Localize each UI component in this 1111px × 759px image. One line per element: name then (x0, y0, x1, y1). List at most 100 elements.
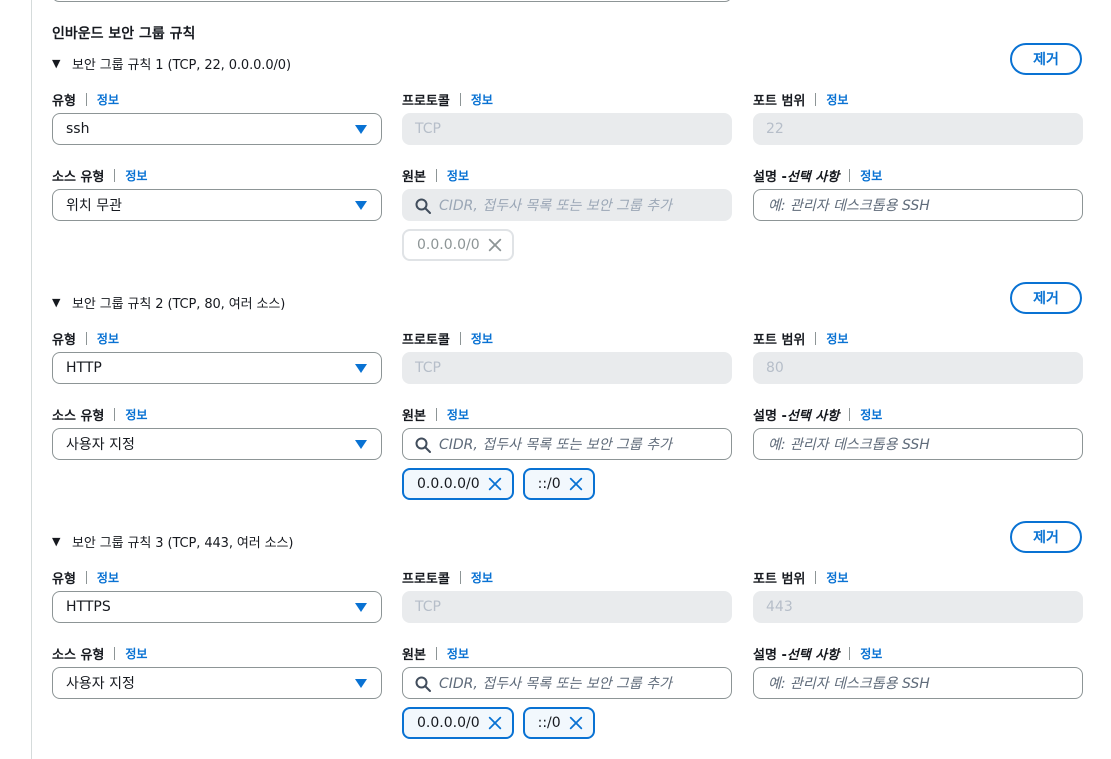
port-range-info-link[interactable]: 정보 (826, 91, 848, 108)
description-field: 설명 - 선택 사항 정보 예: 관리자 데스크톱용 SSH (753, 405, 1083, 460)
top-input-field[interactable] (52, 0, 732, 2)
source-info-link[interactable]: 정보 (447, 645, 469, 662)
type-info-link[interactable]: 정보 (97, 569, 119, 586)
close-icon[interactable] (567, 714, 585, 732)
rule-expand-toggle[interactable]: ▼ 보안 그룹 규칙 2 (TCP, 80, 여러 소스) (52, 292, 285, 312)
source-token-list: 0.0.0.0/0::/0 (402, 468, 595, 500)
dropdown-arrow-icon (355, 201, 367, 210)
search-icon (415, 198, 431, 214)
close-icon[interactable] (486, 475, 504, 493)
type-select-value: ssh (66, 121, 90, 137)
description-label: 설명 - (753, 169, 787, 185)
description-input[interactable]: 예: 관리자 데스크톱용 SSH (753, 189, 1083, 221)
label-separator (459, 570, 461, 584)
port-range-label: 포트 범위 (753, 571, 806, 587)
source-token-list: 0.0.0.0/0 (402, 229, 514, 261)
dropdown-arrow-icon (355, 679, 367, 688)
type-select[interactable]: ssh (52, 113, 382, 145)
source-type-label: 소스 유형 (52, 647, 105, 663)
label-separator (815, 92, 817, 106)
source-type-field: 소스 유형 정보 사용자 지정 (52, 644, 382, 699)
rule-subtitle: (TCP, 22, 0.0.0.0/0) (167, 57, 291, 73)
rule-expand-toggle[interactable]: ▼ 보안 그룹 규칙 1 (TCP, 22, 0.0.0.0/0) (52, 53, 291, 73)
rule-expand-toggle[interactable]: ▼ 보안 그룹 규칙 3 (TCP, 443, 여러 소스) (52, 531, 293, 551)
label-separator (815, 331, 817, 345)
type-field: 유형 정보 HTTP (52, 329, 382, 384)
source-search-input[interactable]: CIDR, 접두사 목록 또는 보안 그룹 추가 (402, 428, 732, 460)
type-select[interactable]: HTTPS (52, 591, 382, 623)
port-range-input: 80 (753, 352, 1083, 384)
type-info-link[interactable]: 정보 (97, 91, 119, 108)
close-icon[interactable] (567, 475, 585, 493)
description-field: 설명 - 선택 사항 정보 예: 관리자 데스크톱용 SSH (753, 644, 1083, 699)
label-separator (85, 331, 87, 345)
source-search-input[interactable]: CIDR, 접두사 목록 또는 보안 그룹 추가 (402, 667, 732, 699)
description-info-link[interactable]: 정보 (860, 406, 882, 423)
rule-subtitle: (TCP, 80, 여러 소스) (167, 296, 286, 312)
port-range-info-link[interactable]: 정보 (826, 569, 848, 586)
type-label: 유형 (52, 332, 76, 348)
label-separator (849, 407, 851, 421)
dropdown-arrow-icon (355, 440, 367, 449)
source-token: ::/0 (522, 468, 595, 500)
port-range-label: 포트 범위 (753, 332, 806, 348)
type-label: 유형 (52, 93, 76, 109)
source-token: ::/0 (522, 707, 595, 739)
rule-title-text: 보안 그룹 규칙 1 (72, 57, 164, 73)
description-input[interactable]: 예: 관리자 데스크톱용 SSH (753, 667, 1083, 699)
remove-rule-button[interactable]: 제거 (1010, 43, 1082, 75)
security-group-rule: ▼ 보안 그룹 규칙 1 (TCP, 22, 0.0.0.0/0) 제거 유형정… (0, 43, 1111, 292)
caret-down-icon: ▼ (52, 56, 61, 70)
caret-down-icon: ▼ (52, 295, 61, 309)
source-token-label: ::/0 (537, 715, 561, 731)
protocol-info-link[interactable]: 정보 (471, 330, 493, 347)
source-info-link[interactable]: 정보 (447, 167, 469, 184)
source-token: 0.0.0.0/0 (402, 707, 514, 739)
port-range-info-link[interactable]: 정보 (826, 330, 848, 347)
source-label: 원본 (402, 408, 426, 424)
description-field: 설명 - 선택 사항 정보 예: 관리자 데스크톱용 SSH (753, 166, 1083, 221)
source-token: 0.0.0.0/0 (402, 468, 514, 500)
source-token-list: 0.0.0.0/0::/0 (402, 707, 595, 739)
label-separator (435, 168, 437, 182)
security-group-rule: ▼ 보안 그룹 규칙 3 (TCP, 443, 여러 소스) 제거 유형 정보 H… (0, 521, 1111, 759)
label-separator (849, 168, 851, 182)
dropdown-arrow-icon (355, 125, 367, 134)
source-type-info-link[interactable]: 정보 (125, 645, 147, 662)
source-info-link[interactable]: 정보 (447, 406, 469, 423)
description-info-link[interactable]: 정보 (860, 167, 882, 184)
protocol-label: 프로토콜 (402, 332, 450, 348)
close-icon[interactable] (486, 714, 504, 732)
port-range-input: 22 (753, 113, 1083, 145)
source-placeholder: CIDR, 접두사 목록 또는 보안 그룹 추가 (439, 198, 673, 214)
source-type-select[interactable]: 위치 무관 (52, 189, 382, 221)
source-type-select-value: 위치 무관 (66, 198, 122, 214)
description-info-link[interactable]: 정보 (860, 645, 882, 662)
source-type-info-link[interactable]: 정보 (125, 406, 147, 423)
protocol-label: 프로토콜 (402, 93, 450, 109)
source-search-input: CIDR, 접두사 목록 또는 보안 그룹 추가 (402, 189, 732, 221)
source-type-info-link[interactable]: 정보 (125, 167, 147, 184)
close-icon (486, 236, 504, 254)
section-title: 인바운드 보안 그룹 규칙 (52, 26, 196, 42)
remove-rule-button[interactable]: 제거 (1010, 521, 1082, 553)
label-separator (114, 168, 116, 182)
rule-title: 보안 그룹 규칙 1 (TCP, 22, 0.0.0.0/0) (72, 54, 291, 73)
source-token-label: ::/0 (537, 476, 561, 492)
port-range-field: 포트 범위 정보 443 (753, 568, 1083, 623)
type-field: 유형 정보 HTTPS (52, 568, 382, 623)
port-range-field: 포트 범위 정보 22 (753, 90, 1083, 145)
protocol-input: TCP (402, 113, 732, 145)
source-type-select[interactable]: 사용자 지정 (52, 428, 382, 460)
protocol-info-link[interactable]: 정보 (471, 569, 493, 586)
source-type-label: 소스 유형 (52, 408, 105, 424)
protocol-info-link[interactable]: 정보 (471, 91, 493, 108)
remove-rule-button[interactable]: 제거 (1010, 282, 1082, 314)
source-type-label: 소스 유형 (52, 169, 105, 185)
type-select[interactable]: HTTP (52, 352, 382, 384)
label-separator (85, 92, 87, 106)
type-info-link[interactable]: 정보 (97, 330, 119, 347)
type-select-value: HTTPS (66, 599, 111, 615)
description-input[interactable]: 예: 관리자 데스크톱용 SSH (753, 428, 1083, 460)
source-type-select[interactable]: 사용자 지정 (52, 667, 382, 699)
